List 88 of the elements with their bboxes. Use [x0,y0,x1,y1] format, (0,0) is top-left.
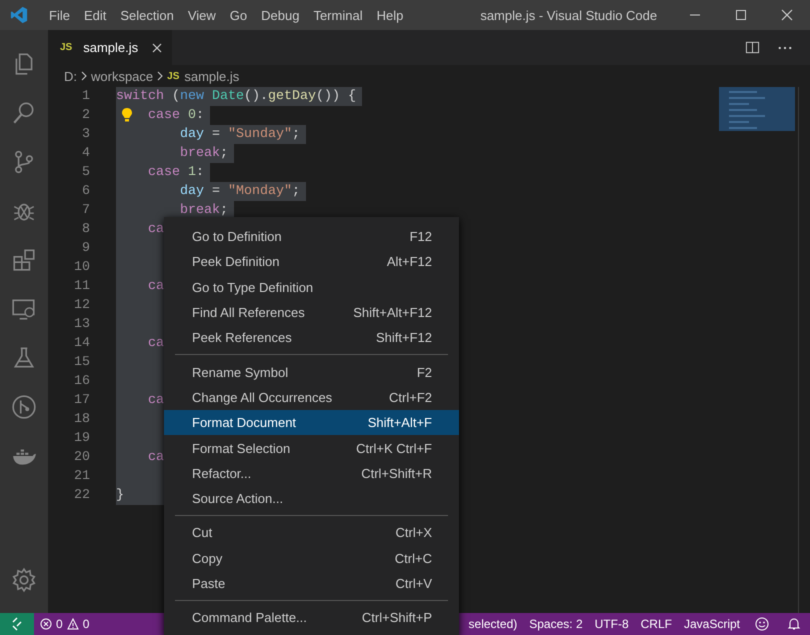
menu-item[interactable]: Format Document Shift+Alt+F [164,410,459,436]
line-number: 21 [73,469,90,484]
line-number: 13 [73,317,90,332]
code-line: case 1: [148,165,204,180]
line-number: 15 [73,355,90,370]
bell-icon[interactable] [787,617,801,631]
menu-item[interactable]: Go to Type Definition [164,274,459,300]
line-number: 22 [73,488,90,503]
chevron-icon [157,71,164,81]
breadcrumb-item[interactable]: workspace [91,68,154,84]
maximize-icon[interactable] [735,9,747,21]
line-number: 20 [73,450,90,465]
line-number: 8 [81,222,90,237]
code-line: break; [180,146,228,161]
line-number: 6 [81,184,90,199]
code-line: ca [148,393,164,408]
code-line: ca [148,222,164,237]
extensions-icon[interactable] [11,247,37,273]
more-actions-icon[interactable] [778,46,792,50]
breadcrumb-item[interactable]: D: [64,68,77,84]
line-number: 2 [81,108,90,123]
settings-icon[interactable] [11,567,37,593]
menu-item[interactable]: Edit [76,8,114,22]
line-number: 10 [73,260,90,275]
menu-item[interactable]: Find All References Shift+Alt+F12 [164,300,459,326]
line-number: 11 [73,279,90,294]
status-item[interactable]: Spaces: 2 [523,617,589,631]
close-icon[interactable] [152,42,162,52]
menu-item[interactable]: Rename Symbol F2 [164,359,459,385]
menu-item[interactable]: Source Action... [164,486,459,512]
code-line: switch (new Date().getDay()) { [116,89,356,104]
error-count: 0 [56,617,63,631]
menu-item[interactable]: Peek Definition Alt+F12 [164,249,459,275]
smiley-icon[interactable] [755,617,769,631]
line-number: 14 [73,336,90,351]
close-icon[interactable] [781,9,793,21]
lightbulb-icon[interactable] [122,108,132,122]
warning-count: 0 [82,617,90,631]
line-number: 19 [73,431,90,446]
menu-item[interactable]: Cut Ctrl+X [164,520,459,546]
status-item[interactable]: selected) [462,617,524,631]
menu-item[interactable]: Selection [113,8,181,22]
git-graph-icon[interactable] [11,394,37,420]
code-line: ca [148,279,164,294]
window-title: sample.js - Visual Studio Code [480,8,658,22]
line-number: 4 [81,146,90,161]
menu-item[interactable]: Paste Ctrl+V [164,570,459,596]
line-number: 18 [73,412,90,427]
breadcrumb-item[interactable]: JS sample.js [167,68,240,84]
chevron-icon [81,71,87,81]
warning-icon [66,618,79,630]
menu-item[interactable]: View [180,8,223,22]
menu-item[interactable]: Debug [254,8,306,22]
remote-icon[interactable] [0,613,34,635]
line-number: 7 [81,203,90,218]
menu-item[interactable]: Format Selection Ctrl+K Ctrl+F [164,435,459,461]
menu-item[interactable]: Copy Ctrl+C [164,546,459,571]
editor-tab[interactable]: JS sample.js [48,30,172,65]
split-editor-icon[interactable] [745,40,760,55]
status-item[interactable]: JavaScript [678,617,746,631]
code-line: ca [148,450,164,465]
line-number: 9 [81,241,90,256]
menu-item[interactable]: Peek References Shift+F12 [164,325,459,350]
line-number: 12 [73,298,90,313]
line-number: 17 [73,393,90,408]
menu-item[interactable]: Help [370,8,410,22]
code-line: } [116,488,124,503]
menu-item[interactable]: Go [222,8,254,22]
errors-indicator[interactable]: 0 0 [34,617,96,631]
app-logo-icon [10,6,28,24]
menu-item[interactable]: Command Palette... Ctrl+Shift+P [164,605,459,630]
menu-item[interactable]: Change All Occurrences Ctrl+F2 [164,384,459,410]
code-line: day = "Sunday"; [180,127,300,142]
code-line: ca [148,336,164,351]
code-line: break; [180,203,228,218]
line-number: 5 [81,165,90,180]
status-item[interactable]: UTF-8 [588,617,635,631]
status-item[interactable]: CRLF [634,617,678,631]
menu-item[interactable]: Refactor... Ctrl+Shift+R [164,460,459,486]
menu-item[interactable]: Terminal [306,8,370,22]
error-icon [40,618,52,630]
menu-item[interactable]: File [42,8,77,22]
code-line: case 0: [148,108,204,123]
code-line: day = "Monday"; [180,184,300,199]
line-number: 1 [81,89,90,104]
line-number: 3 [81,127,90,142]
line-number: 16 [73,374,90,389]
menu-item[interactable]: Go to Definition F12 [164,224,459,250]
